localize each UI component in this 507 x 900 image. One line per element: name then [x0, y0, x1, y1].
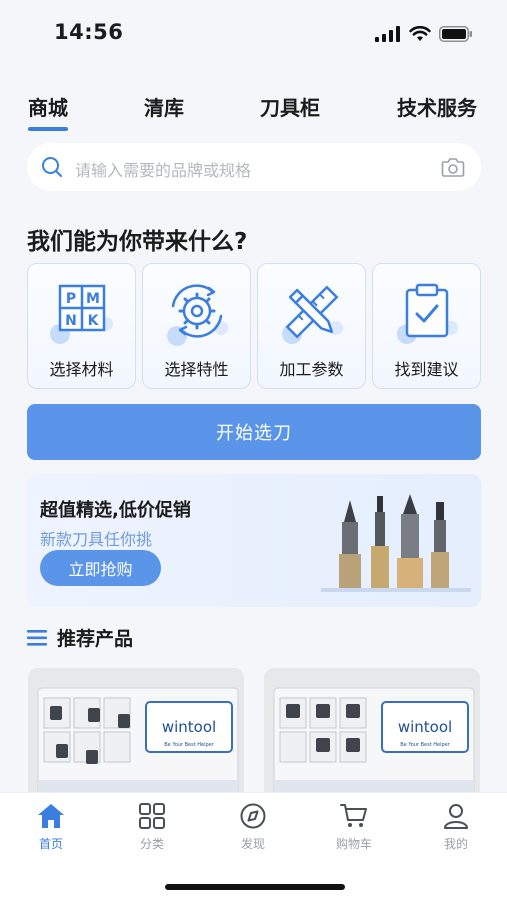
pmnk-letter: N	[65, 313, 77, 329]
product-card[interactable]: wintool Be Your Best Helper	[264, 668, 480, 808]
product-card[interactable]: wintool Be Your Best Helper	[28, 668, 244, 808]
feature-select-material[interactable]: P M N K 选择材料	[27, 263, 136, 389]
tab-profile[interactable]: 我的	[426, 803, 486, 852]
battery-icon	[439, 26, 472, 42]
tab-mall[interactable]: 商城	[28, 92, 68, 131]
pmnk-letter: M	[86, 291, 100, 307]
feature-find-advice[interactable]: 找到建议	[372, 263, 481, 389]
product-tagline: Be Your Best Helper	[400, 742, 450, 748]
search-bar[interactable]: 请输入需要的品牌或规格	[27, 143, 481, 191]
top-tabs: 商城 清库 刀具柜 技术服务	[28, 92, 479, 132]
tab-cart[interactable]: 购物车	[324, 803, 384, 852]
promo-title: 超值精选,低价促销	[40, 500, 191, 521]
tab-label: 我的	[443, 837, 468, 851]
pmnk-icon: P M N K	[50, 284, 113, 344]
cutting-tools-image	[321, 494, 471, 592]
camera-icon[interactable]	[441, 156, 465, 178]
home-indicator[interactable]	[165, 884, 345, 890]
status-bar: 14:56	[0, 0, 507, 70]
promo-banner[interactable]: 超值精选,低价促销 新款刀具任你挑 立即抢购	[27, 474, 481, 607]
product-image: wintool Be Your Best Helper	[273, 687, 475, 808]
clipboard-check-icon	[397, 283, 458, 344]
tab-discover[interactable]: 发现	[223, 803, 283, 852]
user-icon	[444, 804, 468, 829]
tab-label: 发现	[240, 837, 265, 851]
tab-home[interactable]: 首页	[21, 803, 81, 852]
cart-icon	[340, 804, 367, 827]
pmnk-letter: P	[66, 291, 76, 307]
status-icons	[375, 26, 473, 42]
grid-icon	[139, 803, 165, 829]
wifi-icon	[409, 26, 431, 41]
recommend-header: 推荐产品	[27, 624, 133, 651]
gear-cycle-icon	[167, 284, 228, 346]
pmnk-letter: K	[88, 313, 100, 329]
promo-subtitle: 新款刀具任你挑	[40, 530, 153, 549]
compass-icon	[240, 803, 266, 829]
feature-select-property[interactable]: 选择特性	[142, 263, 251, 389]
buy-now-button[interactable]: 立即抢购	[40, 550, 161, 586]
product-image: wintool Be Your Best Helper	[37, 687, 239, 808]
feature-machining-params[interactable]: 加工参数	[257, 263, 366, 389]
product-brand: wintool	[162, 718, 216, 736]
feature-label: 选择特性	[164, 360, 229, 379]
tab-label: 分类	[139, 837, 164, 851]
feature-label: 选择材料	[49, 360, 114, 379]
tab-label: 首页	[38, 837, 63, 851]
signal-icon	[375, 26, 400, 42]
section-title: 我们能为你带来什么?	[27, 229, 248, 255]
tab-tech-service[interactable]: 技术服务	[397, 92, 477, 121]
list-icon	[27, 629, 47, 646]
tab-clearance[interactable]: 清库	[144, 92, 184, 121]
tab-tool-cabinet[interactable]: 刀具柜	[260, 92, 320, 121]
start-tool-selection-button[interactable]: 开始选刀	[27, 404, 481, 460]
status-time: 14:56	[54, 20, 124, 44]
tab-category[interactable]: 分类	[122, 803, 182, 852]
home-icon	[38, 804, 64, 828]
feature-label: 找到建议	[394, 360, 459, 379]
tab-label: 购物车	[335, 837, 372, 851]
recommend-title: 推荐产品	[57, 628, 134, 650]
search-icon	[42, 157, 62, 177]
product-brand: wintool	[398, 718, 452, 736]
search-input[interactable]: 请输入需要的品牌或规格	[75, 157, 251, 181]
product-tagline: Be Your Best Helper	[164, 742, 214, 748]
feature-label: 加工参数	[279, 360, 344, 379]
ruler-pencil-icon	[282, 285, 343, 344]
